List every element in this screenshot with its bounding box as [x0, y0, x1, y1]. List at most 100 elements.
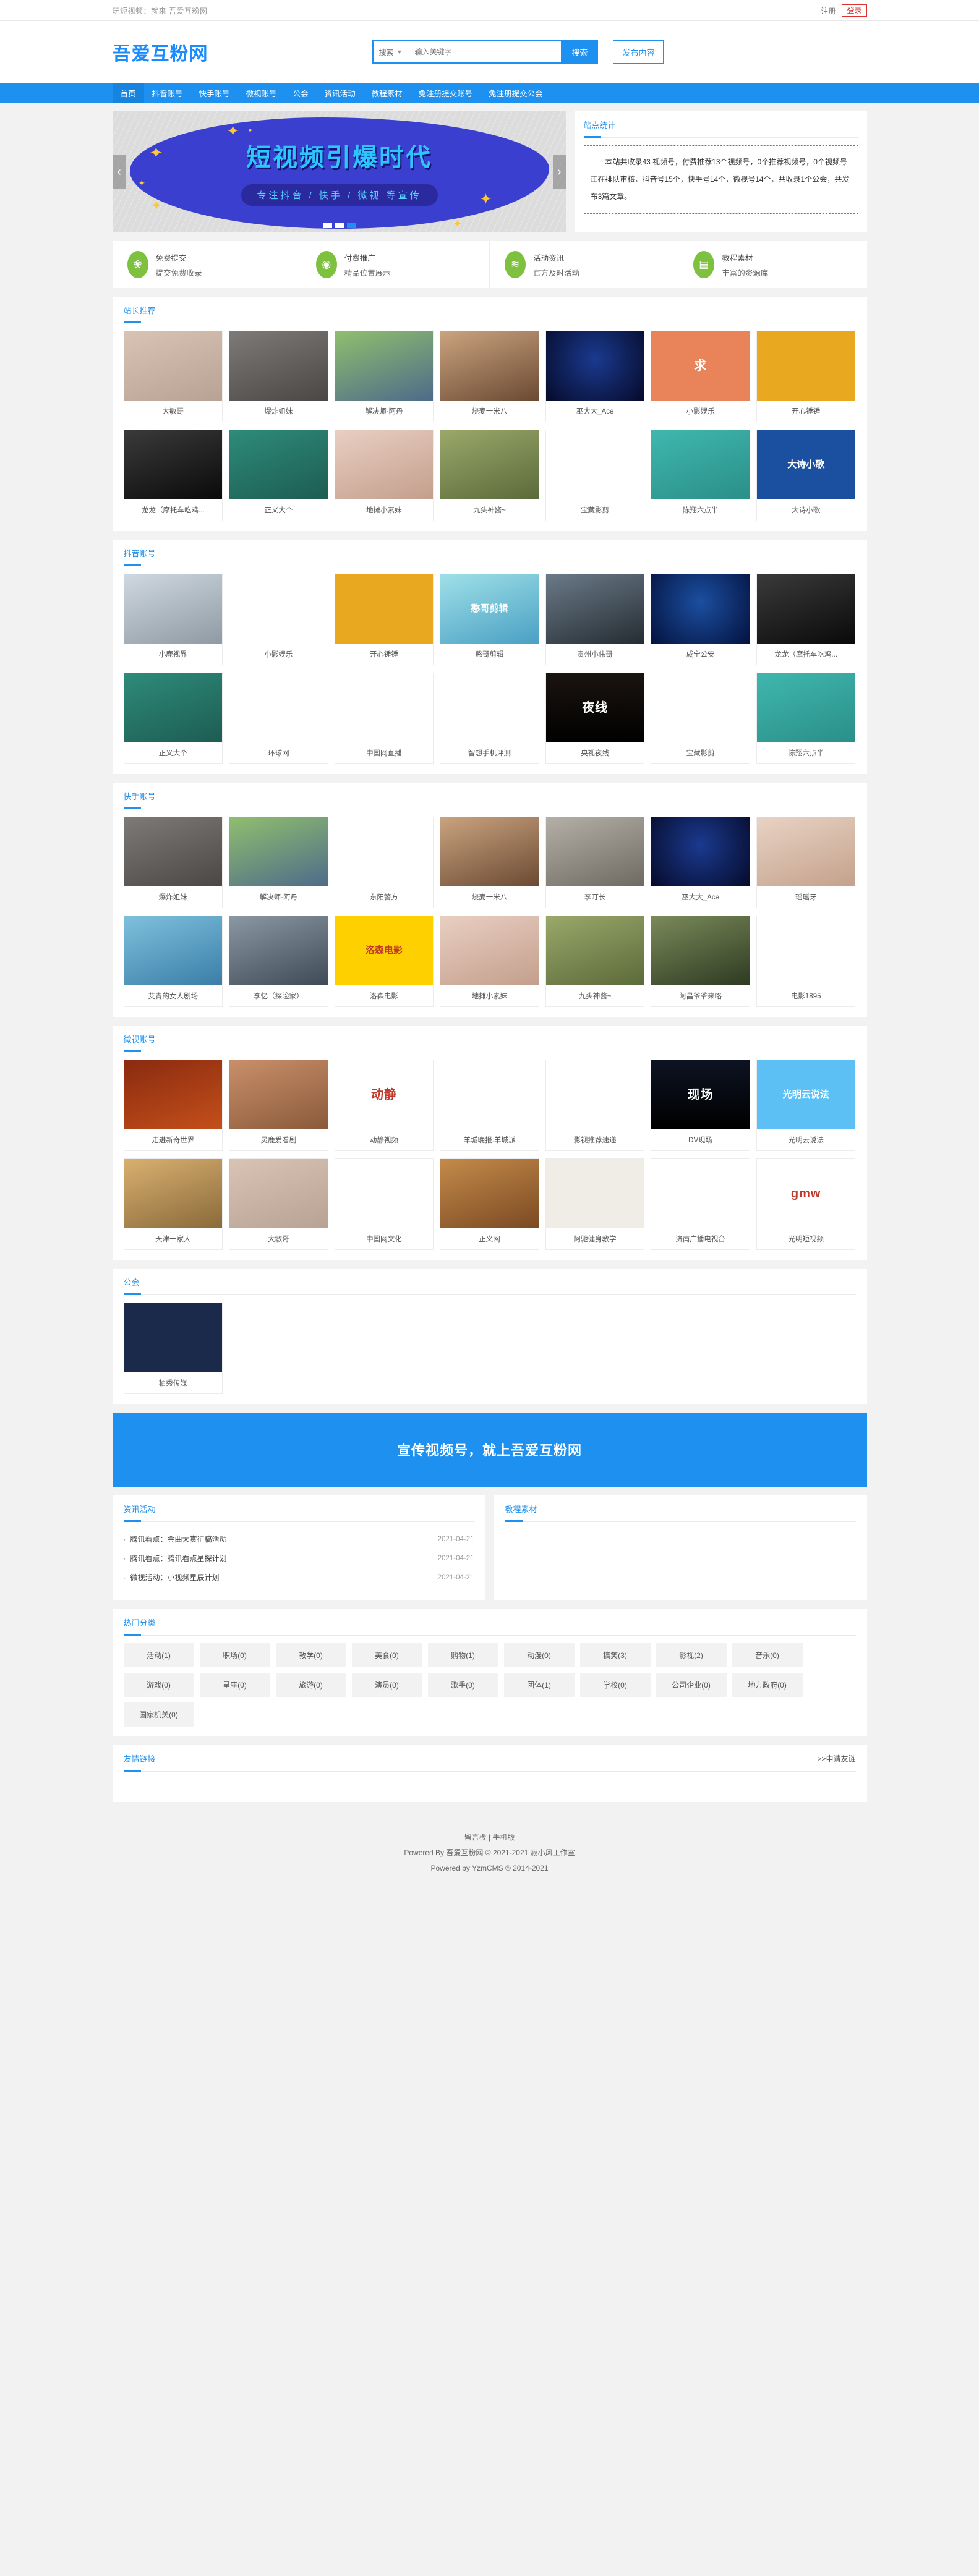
nav-item-免注册提交公会[interactable]: 免注册提交公会 [481, 83, 551, 103]
apply-friend-link[interactable]: >>申请友链 [817, 1753, 855, 1764]
account-card[interactable]: 东阳警方 [334, 817, 434, 908]
account-card[interactable]: 现场 DV现场 [651, 1060, 750, 1151]
category-tag[interactable]: 星座(0) [199, 1673, 270, 1697]
category-tag[interactable]: 游戏(0) [123, 1673, 194, 1697]
feature-wifi[interactable]: ≋ 活动资讯 官方及时活动 [490, 241, 679, 288]
account-card[interactable]: 爆炸姐妹 [123, 817, 223, 908]
account-card[interactable]: 中国网直播 [334, 673, 434, 764]
feature-book[interactable]: ▤ 教程素材 丰富的资源库 [678, 241, 866, 288]
register-link[interactable]: 注册 [821, 6, 836, 16]
nav-item-教程素材[interactable]: 教程素材 [364, 83, 411, 103]
account-card[interactable]: 九头神酱~ [440, 430, 539, 521]
category-tag[interactable]: 影视(2) [656, 1643, 727, 1667]
category-tag[interactable]: 音乐(0) [732, 1643, 803, 1667]
search-button[interactable]: 搜索 [561, 40, 599, 64]
publish-content-button[interactable]: 发布内容 [613, 40, 664, 64]
category-tag[interactable]: 教学(0) [275, 1643, 346, 1667]
account-card[interactable]: 栢秀传媒 [123, 1303, 223, 1394]
account-card[interactable]: 爆炸姐妹 [229, 331, 328, 422]
login-button[interactable]: 登录 [842, 4, 867, 17]
feature-eye[interactable]: ◉ 付费推广 精品位置展示 [301, 241, 490, 288]
account-card[interactable]: 宝藏影剪 [651, 673, 750, 764]
account-card[interactable]: 地摊小素妹 [440, 916, 539, 1007]
category-tag[interactable]: 公司企业(0) [656, 1673, 727, 1697]
category-tag[interactable]: 地方政府(0) [732, 1673, 803, 1697]
account-card[interactable]: 咸宁公安 [651, 574, 750, 665]
news-item[interactable]: 微视活动：小视频星辰计划 2021-04-21 [124, 1568, 474, 1587]
account-card[interactable]: 动静 动静视频 [334, 1060, 434, 1151]
category-tag[interactable]: 活动(1) [123, 1643, 194, 1667]
account-card[interactable]: gmw 光明短视频 [756, 1158, 856, 1250]
account-card[interactable]: 李忆（探险家） [229, 916, 328, 1007]
account-card[interactable]: 烧麦一米八 [440, 817, 539, 908]
account-card[interactable]: 艾青的女人剧场 [123, 916, 223, 1007]
category-tag[interactable]: 美食(0) [351, 1643, 422, 1667]
account-card[interactable]: 小鹿视界 [123, 574, 223, 665]
nav-item-抖音账号[interactable]: 抖音账号 [144, 83, 191, 103]
site-logo[interactable]: 吾爱互粉网 [113, 38, 372, 66]
category-tag[interactable]: 演员(0) [351, 1673, 422, 1697]
account-card[interactable]: 巫大大_Ace [545, 331, 645, 422]
category-tag[interactable]: 国家机关(0) [123, 1702, 194, 1727]
category-tag[interactable]: 职场(0) [199, 1643, 270, 1667]
nav-item-微视账号[interactable]: 微视账号 [238, 83, 285, 103]
slider-next-arrow-icon[interactable]: › [552, 155, 566, 189]
account-card[interactable]: 李叮长 [545, 817, 645, 908]
mobile-version-link[interactable]: 手机版 [492, 1833, 515, 1842]
slider-prev-arrow-icon[interactable]: ‹ [112, 155, 126, 189]
account-card[interactable]: 瑶瑶牙 [756, 817, 856, 908]
account-card[interactable]: 憨哥剪辑 憨哥剪辑 [440, 574, 539, 665]
account-card[interactable]: 天津一家人 [123, 1158, 223, 1250]
account-card[interactable]: 灵鹿爱看剧 [229, 1060, 328, 1151]
hero-slider[interactable]: ✦ ✦ ✦ ✦ ✦ ✦ ✦ 短视频引爆时代 专注抖音 / 快手 / 微视 等宣传… [112, 111, 566, 232]
search-scope-select[interactable]: 搜索 ▼ [372, 40, 408, 64]
account-card[interactable]: 夜线 央视夜线 [545, 673, 645, 764]
nav-item-资讯活动[interactable]: 资讯活动 [317, 83, 364, 103]
account-card[interactable]: 宝藏影剪 [545, 430, 645, 521]
account-card[interactable]: 正义大个 [123, 673, 223, 764]
search-input[interactable] [408, 40, 562, 64]
category-tag[interactable]: 学校(0) [579, 1673, 651, 1697]
account-card[interactable]: 大敏哥 [123, 331, 223, 422]
category-tag[interactable]: 团体(1) [503, 1673, 575, 1697]
account-card[interactable]: 羊城晚报.羊城派 [440, 1060, 539, 1151]
category-tag[interactable]: 歌手(0) [427, 1673, 498, 1697]
account-card[interactable]: 光明云说法 光明云说法 [756, 1060, 856, 1151]
account-card[interactable]: 走进新奇世界 [123, 1060, 223, 1151]
slider-dot[interactable] [335, 223, 344, 228]
account-card[interactable]: 智想手机评测 [440, 673, 539, 764]
account-card[interactable]: 电影1895 [756, 916, 856, 1007]
promo-banner[interactable]: 宣传视频号，就上吾爱互粉网 [112, 1413, 867, 1487]
account-card[interactable]: 阿昌爷爷来咯 [651, 916, 750, 1007]
news-item[interactable]: 腾讯看点：腾讯看点星探计划 2021-04-21 [124, 1549, 474, 1568]
account-card[interactable]: 洛森电影 洛森电影 [334, 916, 434, 1007]
account-card[interactable]: 陈翔六点半 [756, 673, 856, 764]
account-card[interactable]: 贵州小伟哥 [545, 574, 645, 665]
account-card[interactable]: 烧麦一米八 [440, 331, 539, 422]
nav-item-公会[interactable]: 公会 [285, 83, 317, 103]
account-card[interactable]: 陈翔六点半 [651, 430, 750, 521]
account-card[interactable]: 开心锤锤 [756, 331, 856, 422]
account-card[interactable]: 阿驰健身教学 [545, 1158, 645, 1250]
account-card[interactable]: 开心锤锤 [334, 574, 434, 665]
account-card[interactable]: 正义网 [440, 1158, 539, 1250]
account-card[interactable]: 环球网 [229, 673, 328, 764]
account-card[interactable]: 大诗小歌 大诗小歌 [756, 430, 856, 521]
category-tag[interactable]: 购物(1) [427, 1643, 498, 1667]
slider-dot[interactable] [323, 223, 332, 228]
account-card[interactable]: 解决师-阿丹 [229, 817, 328, 908]
feature-paw[interactable]: ❀ 免费提交 提交免费收录 [113, 241, 301, 288]
account-card[interactable]: 龙龙（摩托车吃鸡... [123, 430, 223, 521]
account-card[interactable]: 正义大个 [229, 430, 328, 521]
guestbook-link[interactable]: 留言板 [464, 1833, 487, 1842]
category-tag[interactable]: 搞笑(3) [579, 1643, 651, 1667]
nav-item-快手账号[interactable]: 快手账号 [191, 83, 238, 103]
slider-dot-active[interactable] [346, 223, 356, 228]
account-card[interactable]: 中国网文化 [334, 1158, 434, 1250]
account-card[interactable]: 龙龙（摩托车吃鸡... [756, 574, 856, 665]
account-card[interactable]: 小影娱乐 [229, 574, 328, 665]
account-card[interactable]: 大敏哥 [229, 1158, 328, 1250]
account-card[interactable]: 济南广播电视台 [651, 1158, 750, 1250]
account-card[interactable]: 地摊小素妹 [334, 430, 434, 521]
news-item[interactable]: 腾讯看点：金曲大赏征稿活动 2021-04-21 [124, 1529, 474, 1549]
